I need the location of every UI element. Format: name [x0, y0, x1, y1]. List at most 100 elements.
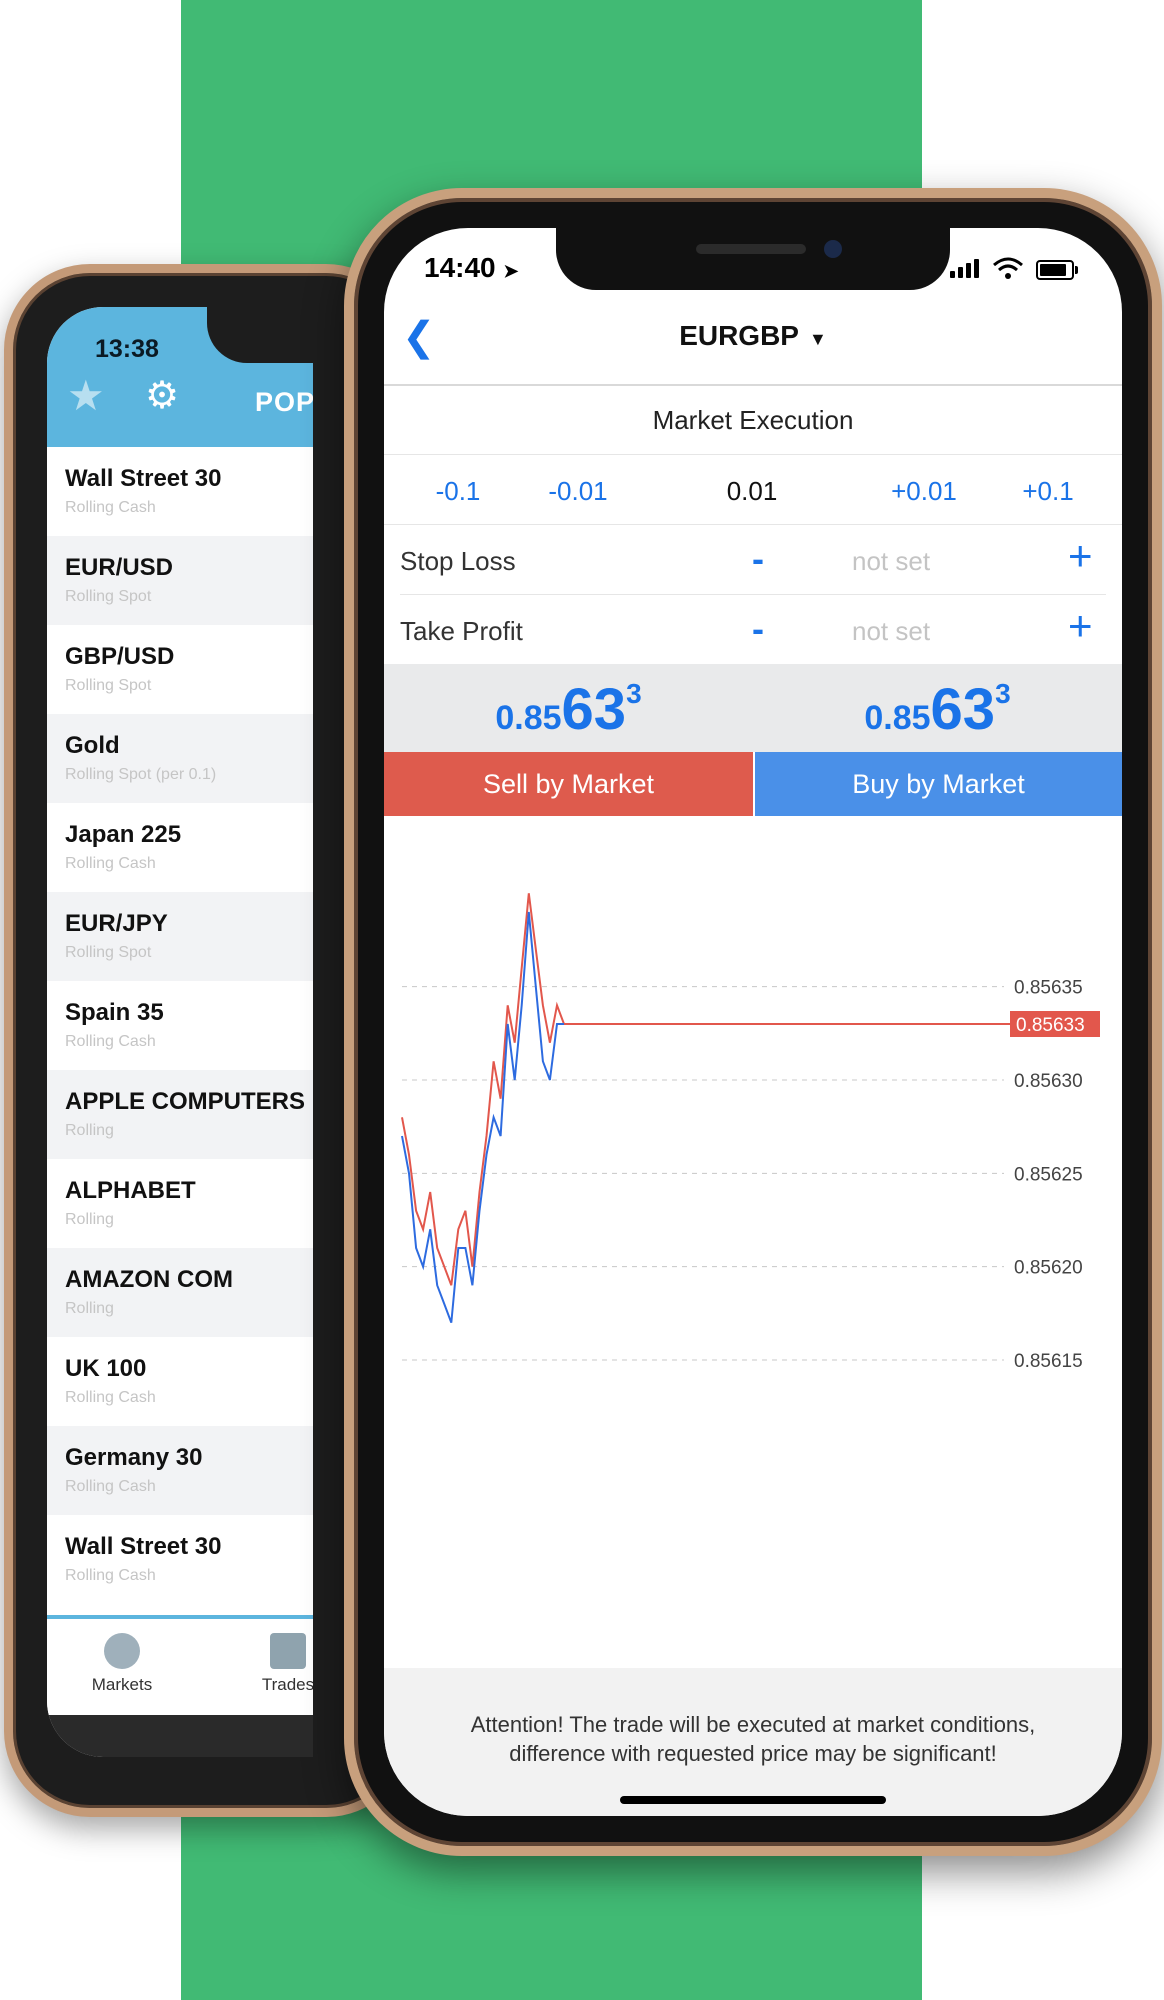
take-profit-row: Take Profit - not set + [400, 596, 1106, 664]
ask-price-prefix: 0.85 [864, 699, 931, 737]
globe-icon [104, 1633, 140, 1669]
symbol-title: EURGBP [679, 320, 799, 351]
back-phone-screen: 13:38 ★ ⚙ POPULAR Wall Street 30 Rolling … [47, 307, 313, 1757]
instrument-name: Gold [65, 732, 120, 759]
notch [556, 228, 950, 290]
list-item[interactable]: Wall Street 30 Rolling Cash [47, 1515, 313, 1604]
symbol-selector[interactable]: EURGBP ▼ [384, 320, 1122, 352]
list-item[interactable]: Germany 30 Rolling Cash [47, 1426, 313, 1515]
ask-price-pips: 63 [930, 677, 996, 742]
price-series-line-0 [401, 893, 565, 1286]
y-tick-label: 0.85615 [1014, 1351, 1083, 1372]
volume-plus-0.01-button[interactable]: +0.01 [864, 476, 984, 507]
back-status-time: 13:38 [95, 335, 159, 363]
instrument-name: UK 100 [65, 1355, 147, 1382]
y-tick-label: 0.85635 [1014, 978, 1083, 999]
instrument-type: Rolling Spot [65, 588, 152, 605]
list-item[interactable]: Gold Rolling Spot (per 0.1) [47, 714, 313, 803]
instrument-type: Rolling Cash [65, 1389, 156, 1406]
instrument-name: Wall Street 30 [65, 1533, 222, 1560]
instrument-name: APPLE COMPUTERS INC [65, 1088, 313, 1115]
volume-plus-0.1-button[interactable]: +0.1 [988, 476, 1108, 507]
current-price-label: 0.85633 [1016, 1015, 1085, 1036]
attention-text: Attention! The trade will be executed at… [414, 1710, 1092, 1768]
list-item[interactable]: Spain 35 Rolling Cash [47, 981, 313, 1070]
list-item[interactable]: ALPHABET Rolling [47, 1159, 313, 1248]
instrument-type: Rolling Cash [65, 1033, 156, 1050]
instrument-type: Rolling [65, 1300, 114, 1317]
tab-markets-label: Markets [91, 1675, 153, 1694]
stop-loss-minus-button[interactable]: - [752, 538, 764, 580]
list-item[interactable]: GBP/USD Rolling Spot [47, 625, 313, 714]
signal-bar-icon [958, 267, 963, 278]
instrument-name: Spain 35 [65, 999, 164, 1026]
list-item[interactable]: EUR/JPY Rolling Spot [47, 892, 313, 981]
bid-price-pips: 63 [561, 677, 627, 742]
volume-minus-0.1-button[interactable]: -0.1 [398, 476, 518, 507]
battery-icon [1036, 260, 1078, 280]
instrument-name: EUR/USD [65, 554, 174, 581]
instrument-type: Rolling Cash [65, 1478, 156, 1495]
back-notch [207, 307, 313, 363]
sell-by-market-button[interactable]: Sell by Market [384, 752, 753, 816]
tab-trades-label: Trades [261, 1675, 313, 1694]
nav-bar: ❮ EURGBP ▼ [384, 292, 1122, 386]
ask-price: 0.85633 [753, 676, 1122, 743]
take-profit-plus-button[interactable]: + [1068, 602, 1093, 650]
instrument-name: AMAZON COM [65, 1266, 233, 1293]
tab-trades[interactable]: Trades [233, 1633, 313, 1695]
gear-icon[interactable]: ⚙ [145, 373, 179, 418]
y-tick-label: 0.85625 [1014, 1164, 1083, 1185]
price-chart[interactable]: 0.85635 0.85630 0.85625 0.85620 0.85615 0.856… [384, 816, 1122, 1666]
tab-popular[interactable]: POPULAR [255, 387, 313, 418]
camera [824, 240, 842, 258]
volume-row: -0.1 -0.01 0.01 +0.01 +0.1 [384, 456, 1122, 525]
instrument-type: Rolling [65, 1211, 114, 1228]
stop-loss-row: Stop Loss - not set + [400, 526, 1106, 595]
list-item[interactable]: APPLE COMPUTERS INC Rolling [47, 1070, 313, 1159]
instrument-name: EUR/JPY [65, 910, 168, 937]
attention-line-1: Attention! The trade will be executed at… [470, 1712, 1036, 1737]
instrument-type: Rolling Spot (per 0.1) [65, 766, 217, 783]
list-item[interactable]: UK 100 Rolling Cash [47, 1337, 313, 1426]
attention-footer: Attention! The trade will be executed at… [384, 1668, 1122, 1816]
instrument-name: ALPHABET [65, 1177, 196, 1204]
volume-value[interactable]: 0.01 [692, 476, 812, 507]
take-profit-value[interactable]: not set [852, 616, 930, 647]
speaker [696, 244, 806, 254]
status-icons [950, 254, 1090, 282]
instrument-type: Rolling Cash [65, 855, 156, 872]
list-item[interactable]: Wall Street 30 Rolling Cash [47, 447, 313, 536]
location-arrow-icon: ➤ [503, 261, 519, 281]
instrument-type: Rolling Cash [65, 1567, 156, 1584]
stop-loss-value[interactable]: not set [852, 546, 930, 577]
back-tab-bar: Markets Trades [47, 1615, 313, 1715]
bid-price-prefix: 0.85 [495, 699, 562, 737]
caret-down-icon: ▼ [808, 329, 827, 349]
tab-markets[interactable]: Markets [67, 1633, 177, 1695]
instrument-name: Germany 30 [65, 1444, 203, 1471]
volume-minus-0.01-button[interactable]: -0.01 [518, 476, 638, 507]
stop-loss-plus-button[interactable]: + [1068, 532, 1093, 580]
ask-price-point: 3 [995, 678, 1011, 709]
list-item[interactable]: Japan 225 Rolling Cash [47, 803, 313, 892]
status-time-text: 14:40 [424, 252, 496, 283]
front-phone-screen: 14:40 ➤ ❮ EURGBP ▼ Market Execution -0.1 … [384, 228, 1122, 1816]
star-icon[interactable]: ★ [67, 371, 105, 420]
back-phone-screen-clip: 13:38 ★ ⚙ POPULAR Wall Street 30 Rolling … [13, 273, 313, 1873]
back-home-area [47, 1715, 313, 1757]
instrument-name: Wall Street 30 [65, 465, 222, 492]
signal-bar-icon [966, 263, 971, 278]
instrument-type: Rolling Spot [65, 944, 152, 961]
take-profit-minus-button[interactable]: - [752, 608, 764, 650]
buy-by-market-button[interactable]: Buy by Market [755, 752, 1122, 816]
attention-line-2: difference with requested price may be s… [509, 1741, 997, 1766]
execution-mode[interactable]: Market Execution [384, 386, 1122, 455]
instrument-type: Rolling [65, 1122, 114, 1139]
list-item[interactable]: AMAZON COM Rolling [47, 1248, 313, 1337]
y-tick-label: 0.85620 [1014, 1258, 1083, 1279]
instrument-type: Rolling Cash [65, 499, 156, 516]
list-item[interactable]: EUR/USD Rolling Spot [47, 536, 313, 625]
markets-list: Wall Street 30 Rolling Cash EUR/USD Rollin… [47, 447, 313, 1604]
bid-price: 0.85633 [384, 676, 753, 743]
